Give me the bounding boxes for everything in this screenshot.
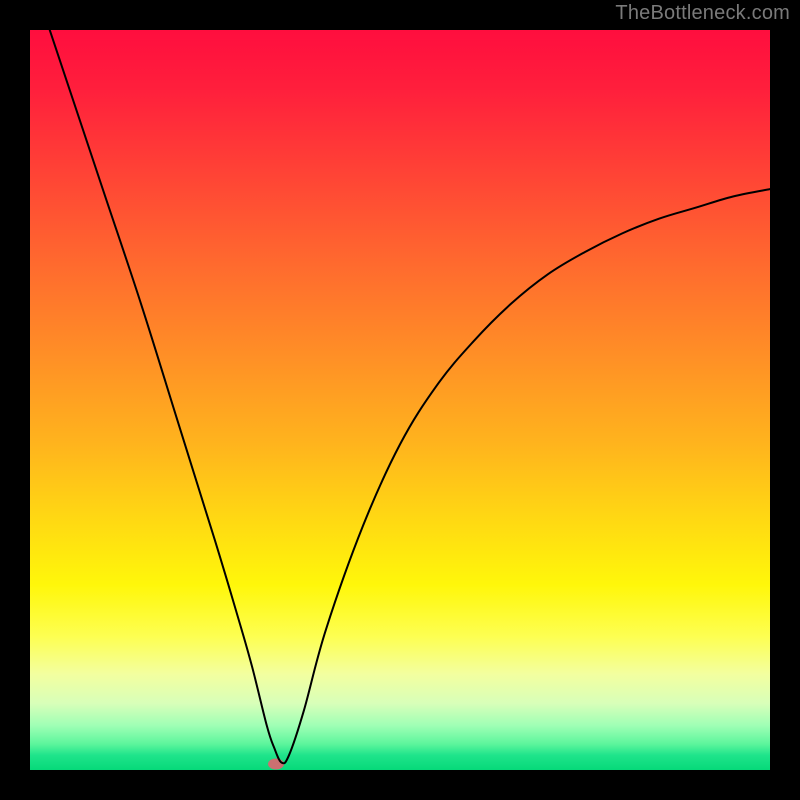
watermark-text: TheBottleneck.com — [615, 2, 790, 25]
curve-layer — [30, 30, 770, 770]
bottleneck-curve — [30, 30, 770, 763]
chart-frame: TheBottleneck.com — [0, 0, 800, 800]
